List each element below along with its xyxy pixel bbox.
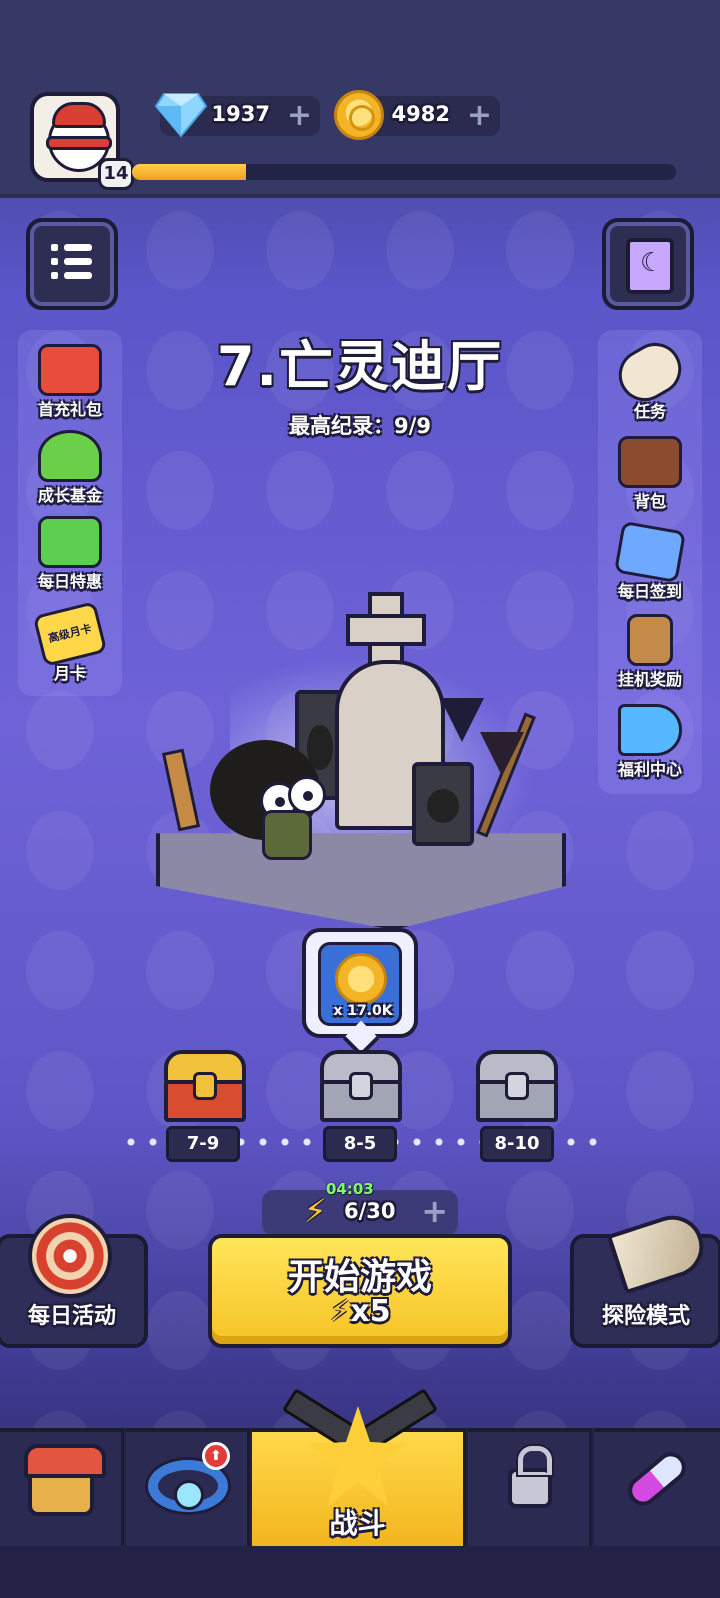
side-item-label: 挂机奖励 xyxy=(617,670,682,689)
lightning-icon: ⚡ xyxy=(329,1294,351,1329)
codex-button[interactable] xyxy=(602,218,694,310)
side-item-daily-deal[interactable]: 每日特惠 xyxy=(18,510,122,594)
avatar-cap xyxy=(52,102,106,128)
padlock-icon xyxy=(508,1446,552,1508)
avatar-band xyxy=(46,136,112,150)
shopping-basket-icon xyxy=(38,516,102,568)
side-item-daily-checkin[interactable]: 每日签到 xyxy=(598,520,702,604)
energy-cost: x5 xyxy=(350,1294,391,1329)
side-item-label: 成长基金 xyxy=(37,486,102,505)
moon-book-icon xyxy=(626,238,674,294)
nav-equipment[interactable]: ⬆ xyxy=(126,1428,250,1546)
gem-counter: 1937 + xyxy=(154,93,320,138)
daily-activity-button[interactable]: 每日活动 xyxy=(0,1214,148,1348)
lightning-icon: ⚡ xyxy=(304,1192,327,1230)
backpack-icon xyxy=(618,436,682,488)
left-side-menu: 首充礼包 成长基金 每日特惠 高级月卡 月卡 xyxy=(18,330,122,696)
side-item-label: 每日特惠 xyxy=(37,572,102,591)
xp-progress-bar xyxy=(132,164,676,180)
energy-timer: 04:03 xyxy=(326,1180,374,1198)
add-energy-button[interactable]: + xyxy=(421,1192,448,1230)
side-item-quests[interactable]: 任务 xyxy=(598,333,702,424)
xp-progress-fill xyxy=(132,164,247,180)
player-level-badge: 14 xyxy=(98,158,134,190)
chest-lock-icon xyxy=(349,1072,373,1100)
diamond-icon xyxy=(154,93,208,138)
nav-skills[interactable] xyxy=(594,1428,720,1546)
start-game-button[interactable]: 开始游戏 ⚡x5 xyxy=(208,1234,512,1348)
side-item-backpack[interactable]: 背包 xyxy=(598,430,702,514)
gift-pack-icon xyxy=(38,344,102,396)
main-menu-button[interactable] xyxy=(26,218,118,310)
bottom-navigation: ⬆ 战斗 xyxy=(0,1388,720,1598)
side-item-label: 任务 xyxy=(633,402,666,421)
nav-locked[interactable] xyxy=(468,1428,592,1546)
side-item-monthly-card[interactable]: 高级月卡 月卡 xyxy=(18,601,122,686)
start-game-cost: ⚡x5 xyxy=(212,1294,508,1329)
side-item-idle-reward[interactable]: 挂机奖励 xyxy=(598,608,702,692)
top-bar: 14 1937 + 4982 + xyxy=(0,0,720,198)
tombstone-cross-arm xyxy=(346,614,426,646)
horn-icon xyxy=(606,1207,712,1295)
clipboard-check-icon xyxy=(613,520,687,584)
upgrade-available-badge: ⬆ xyxy=(202,1442,230,1470)
stage-reward-bubble[interactable]: x 17.0K xyxy=(302,928,418,1038)
monthly-card-badge: 高级月卡 xyxy=(46,621,93,646)
right-side-menu: 任务 背包 每日签到 挂机奖励 福利中心 xyxy=(598,330,702,794)
adventure-mode-label: 探险模式 xyxy=(601,1304,690,1329)
megaphone-icon xyxy=(618,704,682,756)
coin-icon xyxy=(334,90,384,140)
coin-counter: 4982 + xyxy=(334,90,500,140)
shop-house-icon xyxy=(24,1444,106,1516)
side-item-label: 首充礼包 xyxy=(37,400,102,419)
coin-amount: 4982 xyxy=(391,102,450,126)
chest-stage-label: 8-10 xyxy=(480,1126,554,1162)
speaker-right xyxy=(412,762,474,846)
chest-lock-icon xyxy=(505,1072,529,1100)
character-body xyxy=(262,810,312,860)
start-game-label: 开始游戏 xyxy=(287,1257,432,1298)
energy-value: 6/30 xyxy=(344,1199,396,1223)
coin-icon xyxy=(335,953,387,1005)
menu-list-icon xyxy=(51,244,92,286)
character-eye xyxy=(288,776,326,814)
stage-diorama[interactable] xyxy=(150,590,570,950)
side-item-first-purchase[interactable]: 首充礼包 xyxy=(18,338,122,422)
gem-amount: 1937 xyxy=(211,102,270,126)
nav-battle[interactable]: 战斗 xyxy=(252,1388,466,1546)
chest-silver[interactable] xyxy=(316,1050,406,1122)
scene-platform xyxy=(156,833,566,930)
hourglass-icon xyxy=(627,614,673,666)
chest-stage-label: 7-9 xyxy=(166,1126,240,1162)
side-item-label: 月卡 xyxy=(53,664,86,683)
chest-silver[interactable] xyxy=(472,1050,562,1122)
side-item-growth-fund[interactable]: 成长基金 xyxy=(18,424,122,508)
side-item-welfare-center[interactable]: 福利中心 xyxy=(598,698,702,782)
growth-fund-icon xyxy=(38,430,102,482)
daily-activity-label: 每日活动 xyxy=(27,1304,116,1329)
nav-battle-label: 战斗 xyxy=(329,1507,386,1540)
reward-slot: x 17.0K xyxy=(318,942,402,1026)
side-item-label: 福利中心 xyxy=(617,760,682,779)
add-gems-button[interactable]: + xyxy=(287,98,312,133)
chest-gold[interactable] xyxy=(160,1050,250,1122)
target-arrow-icon xyxy=(28,1214,112,1298)
reward-quantity: x 17.0K xyxy=(333,1003,393,1019)
side-item-label: 每日签到 xyxy=(617,582,682,601)
ring-gem xyxy=(174,1480,204,1510)
add-coins-button[interactable]: + xyxy=(467,98,492,133)
side-item-label: 背包 xyxy=(633,492,666,511)
wooden-fence xyxy=(161,748,201,832)
capsule-icon xyxy=(622,1446,692,1512)
chest-stage-label: 8-5 xyxy=(323,1126,397,1162)
nav-shop[interactable] xyxy=(0,1428,124,1546)
adventure-mode-button[interactable]: 探险模式 xyxy=(570,1207,720,1348)
chest-lock-icon xyxy=(193,1072,217,1100)
monthly-card-icon: 高级月卡 xyxy=(32,601,108,667)
